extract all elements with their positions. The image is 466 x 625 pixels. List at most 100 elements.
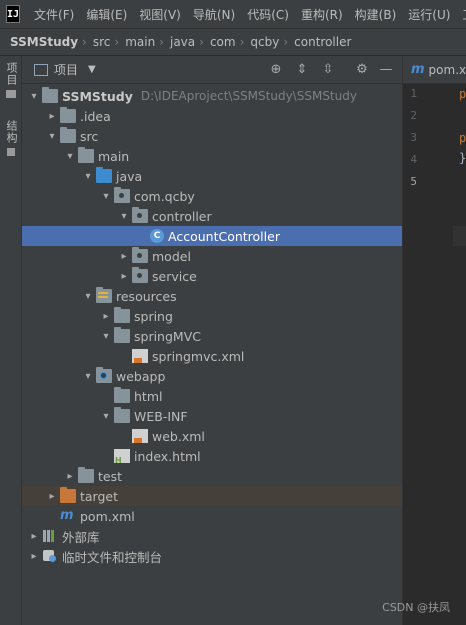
- tree-row[interactable]: springmvc.xml: [22, 346, 402, 366]
- tree-row[interactable]: C AccountController: [22, 226, 402, 246]
- tree-item-label: com.qcby: [134, 188, 195, 204]
- folder-icon: [6, 90, 16, 98]
- chevron-down-icon[interactable]: ▾: [118, 211, 130, 222]
- tree-row[interactable]: ▾ resources: [22, 286, 402, 306]
- tree-row[interactable]: ▸ target: [22, 486, 402, 506]
- tree-row[interactable]: ▾ java: [22, 166, 402, 186]
- settings-icon[interactable]: ⚙: [354, 62, 370, 78]
- breadcrumb-item-main[interactable]: main: [119, 35, 159, 49]
- chevron-right-icon[interactable]: ▸: [28, 551, 40, 562]
- tree-row[interactable]: ▸ model: [22, 246, 402, 266]
- project-tool-tab[interactable]: 项目: [0, 62, 22, 98]
- tree-row[interactable]: ▸ spring: [22, 306, 402, 326]
- breadcrumb-item-src[interactable]: src: [87, 35, 115, 49]
- chevron-right-icon[interactable]: ▸: [64, 471, 76, 482]
- breadcrumb-item-java[interactable]: java: [164, 35, 199, 49]
- scratch-icon: [42, 549, 58, 563]
- tree-row[interactable]: ▾ SSMStudy D:\IDEAproject\SSMStudy\SSMStud…: [22, 86, 402, 106]
- tree-row[interactable]: ▸ 外部库: [22, 526, 402, 546]
- expand-all-icon[interactable]: ⇕: [294, 62, 310, 78]
- tree-row[interactable]: ▾ controller: [22, 206, 402, 226]
- code-line[interactable]: p: [459, 87, 466, 101]
- menu-tools[interactable]: 工: [456, 6, 466, 23]
- chevron-down-icon[interactable]: ▾: [64, 151, 76, 162]
- chevron-down-icon[interactable]: ▾: [100, 411, 112, 422]
- maven-file-icon: m: [60, 508, 74, 523]
- menu-navigate[interactable]: 导航(N): [187, 6, 241, 23]
- line-number: 1: [410, 87, 417, 100]
- editor-area: m pom.x 1 2 3 4 5 p p }: [402, 56, 466, 625]
- chevron-down-icon[interactable]: ▾: [82, 171, 94, 182]
- chevron-down-icon[interactable]: ▾: [100, 331, 112, 342]
- code-line[interactable]: p: [459, 131, 466, 145]
- menu-file[interactable]: 文件(F): [28, 6, 80, 23]
- chevron-down-icon[interactable]: ▼: [88, 64, 96, 75]
- chevron-right-icon[interactable]: ▸: [46, 111, 58, 122]
- module-folder-icon: [42, 87, 58, 103]
- breadcrumb-item-controller[interactable]: controller: [288, 35, 355, 49]
- menu-run[interactable]: 运行(U): [402, 6, 456, 23]
- code-line[interactable]: }: [459, 151, 466, 165]
- web-folder-icon: [96, 367, 112, 383]
- chevron-right-icon[interactable]: ▸: [118, 271, 130, 282]
- chevron-down-icon[interactable]: ▾: [100, 191, 112, 202]
- tree-row[interactable]: ▸ .idea: [22, 106, 402, 126]
- menu-view[interactable]: 视图(V): [133, 6, 187, 23]
- tree-row[interactable]: ▸ test: [22, 466, 402, 486]
- tree-row[interactable]: ▾ WEB-INF: [22, 406, 402, 426]
- tree-row[interactable]: html: [22, 386, 402, 406]
- tree-item-label: src: [80, 128, 99, 144]
- structure-tool-tab[interactable]: 结构: [0, 120, 22, 156]
- tree-row[interactable]: ▸ 临时文件和控制台: [22, 546, 402, 566]
- chevron-down-icon[interactable]: ▾: [46, 131, 58, 142]
- menu-edit[interactable]: 编辑(E): [80, 6, 133, 23]
- project-panel-title[interactable]: 项目: [54, 61, 78, 78]
- tree-item-label: 外部库: [62, 529, 100, 545]
- breadcrumb-item-com[interactable]: com: [204, 35, 240, 49]
- tree-row[interactable]: index.html: [22, 446, 402, 466]
- locate-icon[interactable]: ⊕: [268, 62, 284, 78]
- tree-item-label: java: [116, 168, 143, 184]
- editor-tab-pom[interactable]: m pom.x: [403, 56, 466, 84]
- project-path: D:\IDEAproject\SSMStudy\SSMStudy: [140, 89, 357, 103]
- folder-icon: [114, 307, 130, 323]
- tree-row[interactable]: ▾ com.qcby: [22, 186, 402, 206]
- chevron-down-icon[interactable]: ▾: [82, 291, 94, 302]
- collapse-all-icon[interactable]: ⇳: [320, 62, 336, 78]
- chevron-right-icon[interactable]: ▸: [100, 311, 112, 322]
- folder-icon: [78, 467, 94, 483]
- menu-code[interactable]: 代码(C): [241, 6, 295, 23]
- intellij-logo-icon[interactable]: IJ: [6, 5, 21, 23]
- chevron-down-icon[interactable]: ▾: [28, 91, 40, 102]
- tree-row[interactable]: ▾ main: [22, 146, 402, 166]
- left-tool-window-bar: 项目 结构: [0, 56, 22, 625]
- tree-item-label: web.xml: [152, 428, 205, 444]
- chevron-right-icon[interactable]: ▸: [28, 531, 40, 542]
- project-panel: 项目 ▼ ⊕ ⇕ ⇳ ⚙ — ▾ SSMStudy D:\IDEAproject\S…: [22, 56, 402, 625]
- line-number: 4: [410, 153, 417, 166]
- folder-icon: [60, 127, 76, 143]
- line-number: 2: [410, 109, 417, 122]
- chevron-right-icon[interactable]: ▸: [118, 251, 130, 262]
- breadcrumb-item-project[interactable]: SSMStudy: [0, 35, 82, 49]
- tree-row[interactable]: ▾ src: [22, 126, 402, 146]
- chevron-down-icon[interactable]: ▾: [82, 371, 94, 382]
- tree-row[interactable]: ▾ webapp: [22, 366, 402, 386]
- tree-row[interactable]: ▸ service: [22, 266, 402, 286]
- menu-build[interactable]: 构建(B): [349, 6, 403, 23]
- tree-row[interactable]: web.xml: [22, 426, 402, 446]
- resources-folder-icon: [96, 287, 112, 303]
- structure-icon: [7, 148, 15, 156]
- excluded-folder-icon: [60, 487, 76, 503]
- package-icon: [132, 207, 148, 223]
- tree-item-label: html: [134, 388, 163, 404]
- menu-refactor[interactable]: 重构(R): [295, 6, 349, 23]
- breadcrumb-item-qcby[interactable]: qcby: [244, 35, 283, 49]
- maven-file-icon: m: [411, 62, 425, 77]
- tree-row[interactable]: ▾ springMVC: [22, 326, 402, 346]
- tree-row[interactable]: m pom.xml: [22, 506, 402, 526]
- tree-item-label: resources: [116, 288, 177, 304]
- chevron-right-icon[interactable]: ▸: [46, 491, 58, 502]
- hide-icon[interactable]: —: [378, 62, 394, 78]
- tree-item-label: AccountController: [168, 228, 280, 244]
